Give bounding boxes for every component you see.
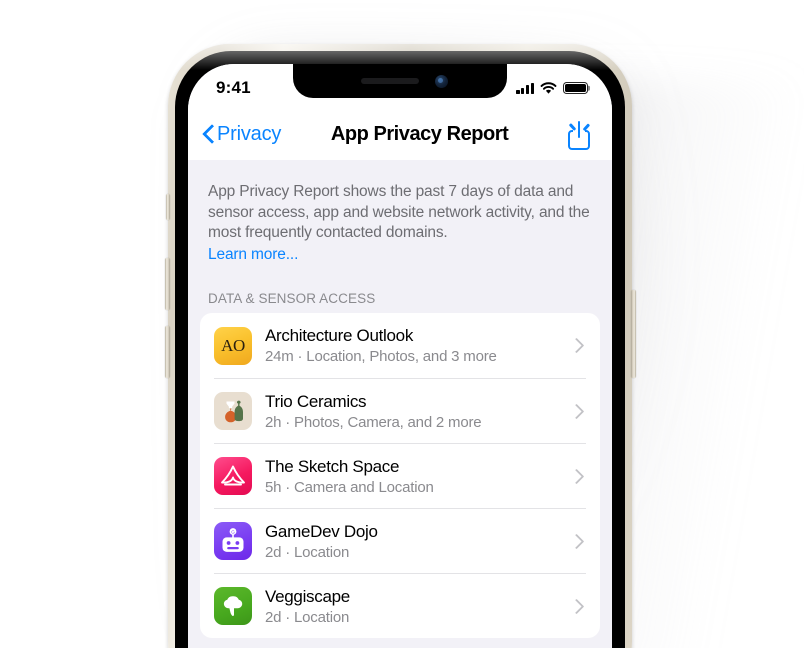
chevron-right-icon: [568, 468, 585, 484]
list-item[interactable]: AO Architecture Outlook 24m · Location, …: [200, 313, 600, 378]
battery-full-icon: [563, 81, 588, 95]
iphone-device-frame: 9:41 Privacy App Privacy Report App Priv…: [164, 44, 636, 648]
screenshot-stage: 9:41 Privacy App Privacy Report App Priv…: [0, 0, 804, 648]
chevron-left-icon: [202, 123, 215, 145]
status-bar-time: 9:41: [216, 78, 251, 97]
intro-block: App Privacy Report shows the past 7 days…: [188, 160, 612, 265]
device-screen: 9:41 Privacy App Privacy Report App Priv…: [188, 64, 612, 648]
app-access-detail: 2d · Location: [265, 543, 350, 561]
list-item[interactable]: The Sketch Space 5h · Camera and Locatio…: [200, 443, 600, 508]
architecture-outlook-app-icon: AO: [214, 326, 252, 365]
the-sketch-space-app-icon: [214, 457, 252, 495]
list-item[interactable]: Trio Ceramics 2h · Photos, Camera, and 2…: [200, 378, 600, 443]
app-name: Trio Ceramics: [265, 391, 367, 411]
share-button[interactable]: [564, 117, 594, 151]
app-access-detail: 5h · Camera and Location: [265, 478, 434, 496]
section-header-data-sensor-access: DATA & SENSOR ACCESS: [208, 291, 376, 306]
volume-down-button[interactable]: [164, 326, 170, 378]
content-scroll-area[interactable]: App Privacy Report shows the past 7 days…: [188, 160, 612, 648]
app-list-card: AO Architecture Outlook 24m · Location, …: [200, 313, 600, 638]
chevron-right-icon: [568, 403, 585, 419]
learn-more-link[interactable]: Learn more...: [208, 245, 298, 266]
gamedev-dojo-app-icon: G: [214, 522, 252, 560]
wifi-icon: [540, 81, 557, 94]
power-button[interactable]: [630, 290, 636, 378]
app-name: The Sketch Space: [265, 456, 400, 476]
device-bezel: 9:41 Privacy App Privacy Report App Priv…: [175, 51, 625, 648]
list-item[interactable]: G GameDev Dojo 2d · Location: [200, 508, 600, 573]
intro-description: App Privacy Report shows the past 7 days…: [208, 183, 590, 241]
earpiece-speaker-icon: [360, 78, 419, 84]
navigation-bar: Privacy App Privacy Report: [188, 108, 612, 160]
chevron-right-icon: [568, 598, 585, 614]
signal-bars-icon: [516, 82, 534, 94]
page-title: App Privacy Report: [330, 122, 509, 145]
list-item[interactable]: Veggiscape 2d · Location: [200, 573, 600, 638]
app-name: Veggiscape: [265, 586, 350, 606]
front-camera-icon: [434, 74, 448, 88]
veggiscape-app-icon: [214, 587, 252, 625]
back-button-label: Privacy: [217, 122, 282, 145]
notch: [293, 64, 507, 98]
chevron-right-icon: [568, 533, 585, 549]
app-access-detail: 2d · Location: [265, 608, 350, 626]
app-name: Architecture Outlook: [265, 326, 414, 345]
svg-text:G: G: [231, 530, 235, 535]
back-button[interactable]: Privacy: [202, 123, 281, 146]
volume-up-button[interactable]: [164, 258, 170, 310]
status-bar-indicators: [516, 81, 588, 95]
share-icon-arrow: [577, 121, 581, 138]
app-icon-monogram: AO: [221, 335, 245, 355]
app-access-detail: 24m · Location, Photos, and 3 more: [265, 348, 497, 365]
app-access-detail: 2h · Photos, Camera, and 2 more: [265, 413, 482, 431]
chevron-right-icon: [568, 337, 585, 354]
silent-switch-button[interactable]: [165, 194, 170, 220]
app-name: GameDev Dojo: [265, 521, 378, 541]
trio-ceramics-app-icon: [214, 392, 252, 430]
